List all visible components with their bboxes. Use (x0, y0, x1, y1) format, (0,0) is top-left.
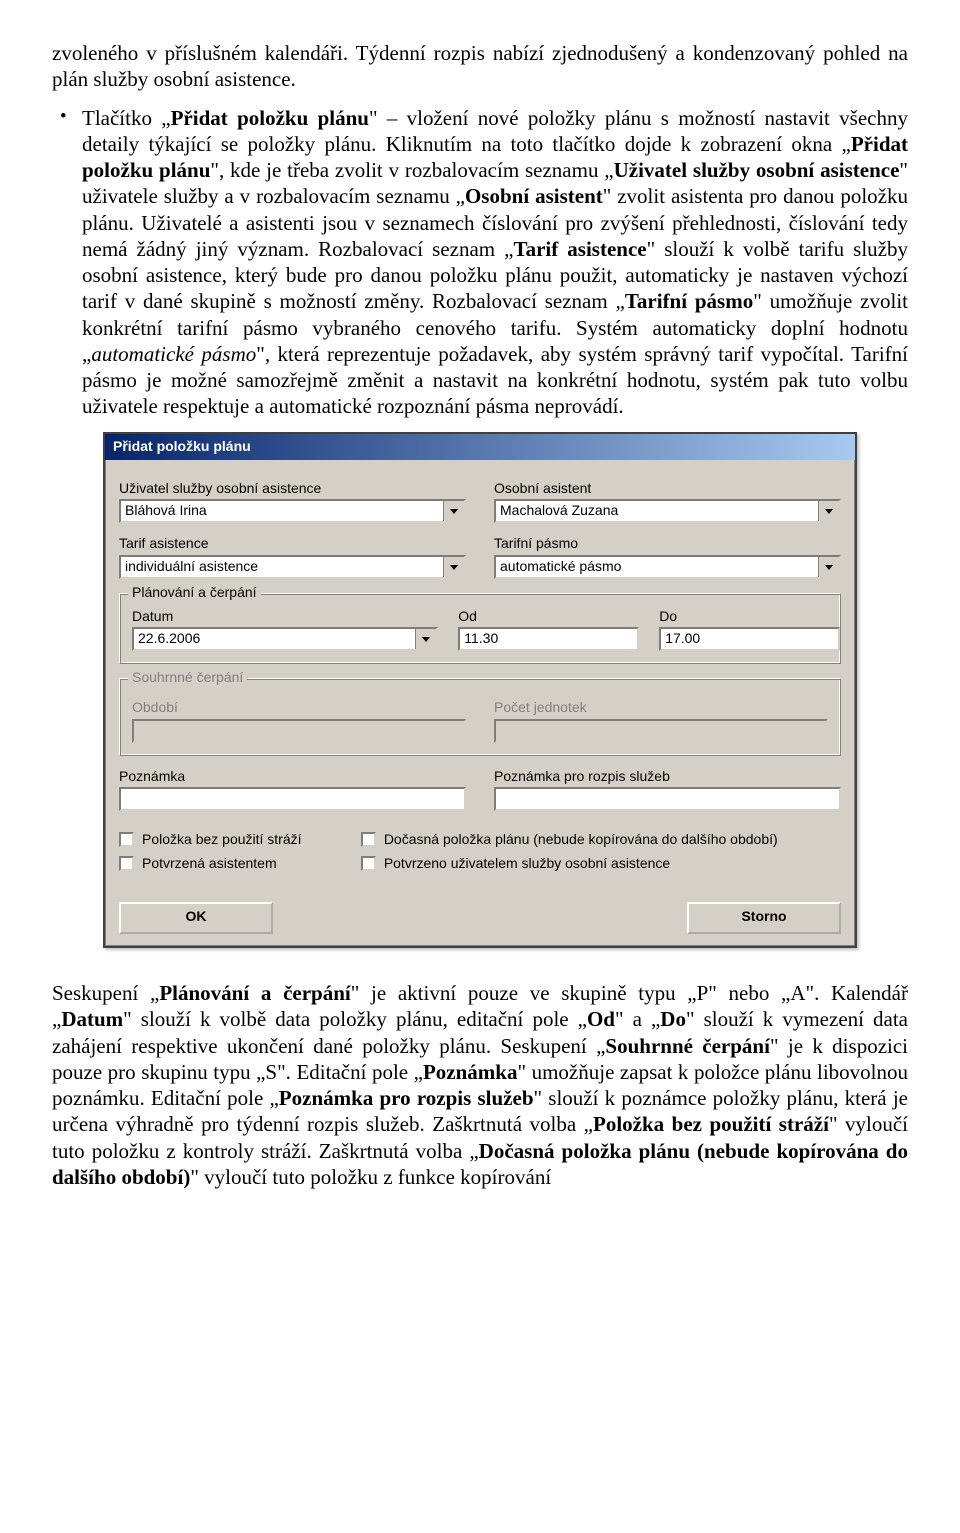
combo-assistant-value: Machalová Zuzana (500, 502, 618, 520)
checkbox-confirmed-user[interactable]: Potvrzeno uživatelem služby osobní asist… (361, 855, 841, 873)
label-tariff-zone: Tarifní pásmo (494, 535, 841, 553)
checkbox-icon (119, 856, 134, 871)
text-frag: " slouží k volbě data položky plánu, edi… (123, 1007, 587, 1031)
dialog-titlebar[interactable]: Přidat položku plánu (105, 434, 855, 460)
bullet-add-item: Tlačítko „Přidat položku plánu" – vložen… (52, 105, 908, 420)
bold-phrase: Plánování a čerpání (159, 981, 350, 1005)
input-units (494, 719, 828, 743)
chevron-down-icon[interactable] (415, 629, 436, 649)
input-to-value: 17.00 (665, 630, 700, 648)
text-frag: zvoleného v příslušném kalendáři. Týdenn… (52, 41, 908, 91)
combo-tariff[interactable]: individuální asistence (119, 555, 466, 579)
label-date: Datum (132, 608, 438, 626)
ok-button[interactable]: OK (119, 902, 273, 934)
checkbox-no-guards[interactable]: Položka bez použití stráží (119, 831, 343, 849)
text-frag: Tlačítko „ (82, 106, 171, 130)
date-value: 22.6.2006 (138, 630, 200, 648)
group-summary: Období Počet jednotek (119, 678, 841, 756)
button-label: OK (186, 908, 207, 924)
combo-user-value: Bláhová Irina (125, 502, 207, 520)
combo-tariff-value: individuální asistence (125, 558, 258, 576)
italic-phrase: automatické pásmo (91, 342, 256, 366)
chevron-down-icon[interactable] (818, 557, 839, 577)
combo-user[interactable]: Bláhová Irina (119, 499, 466, 523)
text-frag: ", kde je třeba zvolit v rozbalovacím se… (210, 158, 613, 182)
checkbox-icon (361, 832, 376, 847)
label-period: Období (132, 699, 466, 717)
bold-phrase: Datum (61, 1007, 123, 1031)
input-note[interactable] (119, 787, 466, 811)
label-assistant: Osobní asistent (494, 480, 841, 498)
bold-phrase: Položka bez použití stráží (593, 1112, 829, 1136)
paragraph-2: Seskupení „Plánování a čerpání" je aktiv… (52, 980, 908, 1190)
chevron-down-icon[interactable] (443, 557, 464, 577)
label-user: Uživatel služby osobní asistence (119, 480, 466, 498)
label-to: Do (659, 608, 840, 626)
bold-phrase: Do (660, 1007, 686, 1031)
dialog-body: Uživatel služby osobní asistence Bláhová… (105, 460, 855, 947)
checkbox-icon (119, 832, 134, 847)
cancel-button[interactable]: Storno (687, 902, 841, 934)
input-note-schedule[interactable] (494, 787, 841, 811)
label-note-schedule: Poznámka pro rozpis služeb (494, 768, 841, 786)
bold-phrase: Osobní asistent (465, 184, 603, 208)
checkbox-label: Potvrzená asistentem (142, 855, 277, 873)
input-from[interactable]: 11.30 (458, 627, 639, 651)
dialog-add-plan-item: Přidat položku plánu Uživatel služby oso… (103, 432, 857, 949)
group-planning: Datum 22.6.2006 Od 11.30 Do 17.00 (119, 593, 841, 665)
checkbox-label: Potvrzeno uživatelem služby osobní asist… (384, 855, 670, 873)
paragraph-1: zvoleného v příslušném kalendáři. Týdenn… (52, 40, 908, 93)
checkbox-label: Položka bez použití stráží (142, 831, 302, 849)
bold-phrase: Uživatel služby osobní asistence (614, 158, 900, 182)
label-from: Od (458, 608, 639, 626)
text-frag: " vyloučí tuto položku z funkce kopírová… (190, 1165, 551, 1189)
input-to[interactable]: 17.00 (659, 627, 840, 651)
bold-phrase: Poznámka (423, 1060, 518, 1084)
chevron-down-icon[interactable] (443, 501, 464, 521)
combo-tariff-zone-value: automatické pásmo (500, 558, 621, 576)
input-from-value: 11.30 (464, 630, 498, 648)
label-note: Poznámka (119, 768, 466, 786)
label-tariff: Tarif asistence (119, 535, 466, 553)
checkbox-temporary-item[interactable]: Dočasná položka plánu (nebude kopírována… (361, 831, 841, 849)
bold-phrase: Souhrnné čerpání (605, 1034, 770, 1058)
dialog-title: Přidat položku plánu (113, 438, 251, 454)
text-frag: " a „ (615, 1007, 660, 1031)
button-label: Storno (741, 908, 786, 924)
input-period (132, 719, 466, 743)
chevron-down-icon[interactable] (818, 501, 839, 521)
checkbox-label: Dočasná položka plánu (nebude kopírována… (384, 831, 778, 849)
bold-phrase: Přidat položku plánu (171, 106, 369, 130)
combo-tariff-zone[interactable]: automatické pásmo (494, 555, 841, 579)
bold-phrase: Poznámka pro rozpis služeb (279, 1086, 534, 1110)
checkbox-confirmed-assistant[interactable]: Potvrzená asistentem (119, 855, 343, 873)
text-frag: Seskupení „ (52, 981, 159, 1005)
bold-phrase: Tarif asistence (514, 237, 647, 261)
bold-phrase: Od (587, 1007, 615, 1031)
datepicker-date[interactable]: 22.6.2006 (132, 627, 438, 651)
label-units: Počet jednotek (494, 699, 828, 717)
checkbox-icon (361, 856, 376, 871)
combo-assistant[interactable]: Machalová Zuzana (494, 499, 841, 523)
bold-phrase: Tarifní pásmo (625, 289, 753, 313)
